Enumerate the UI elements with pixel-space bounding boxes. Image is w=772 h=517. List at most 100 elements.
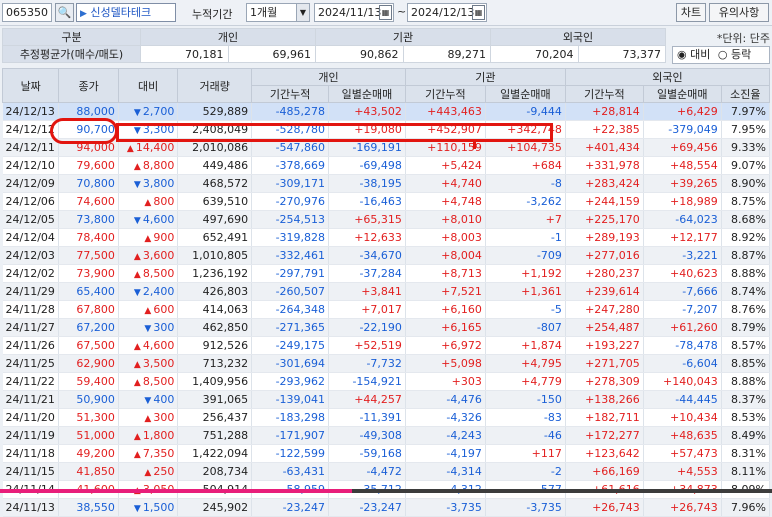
cell-foreign-daily: +57,473 — [643, 444, 722, 463]
period-select[interactable]: 1개월 ▼ — [246, 3, 310, 22]
progress-bar-remaining — [352, 489, 772, 493]
table-row[interactable]: 24/11/19 51,000 ▲ 1,800 751,288 -171,907 -49,3… — [2, 426, 771, 445]
col-close[interactable]: 종가 — [58, 68, 119, 103]
cell-foreign-daily: +26,743 — [643, 498, 722, 517]
cell-foreign-daily: +4,553 — [643, 462, 722, 481]
col-institution-daily[interactable]: 일별순매매 — [484, 85, 566, 103]
table-row[interactable]: 24/12/13 88,000 ▼ 2,700 529,889 -485,278 +43,5… — [2, 102, 771, 121]
cell-exhaustion-rate: 8.74% — [721, 282, 771, 301]
cell-institution-daily: -709 — [485, 246, 566, 265]
date-from-field[interactable]: 2024/11/13 ▦ — [314, 3, 394, 22]
cell-exhaustion-rate: 8.88% — [721, 372, 771, 391]
cell-exhaustion-rate: 8.75% — [721, 192, 771, 211]
cell-date: 24/12/10 — [2, 156, 60, 175]
table-row[interactable]: 24/11/15 41,850 ▲ 250 208,734 -63,431 -4,472 -4… — [2, 462, 771, 481]
radio-compare-label[interactable]: 대비 — [690, 48, 710, 61]
toolbar: 065350 🔍 ▶ 신성델타테크 누적기간 1개월 ▼ 2024/11/13 … — [0, 0, 772, 26]
table-row[interactable]: 24/12/09 70,800 ▼ 3,800 468,572 -309,171 -38,1… — [2, 174, 771, 193]
change-value: 2,400 — [142, 285, 175, 298]
cell-foreign-cumulative: +244,159 — [565, 192, 644, 211]
radio-change-label[interactable]: 등락 — [731, 48, 751, 61]
cell-institution-daily: -2 — [485, 462, 566, 481]
cell-institution-daily: +7 — [485, 210, 566, 229]
table-row[interactable]: 24/12/06 74,600 ▲ 800 639,510 -270,976 -16,463… — [2, 192, 771, 211]
table-row[interactable]: 24/11/18 49,200 ▲ 7,350 1,422,094 -122,599 -59… — [2, 444, 771, 463]
cell-institution-daily: +1,874 — [485, 336, 566, 355]
cell-volume: 426,803 — [177, 282, 253, 301]
col-group-foreign: 외국인 — [564, 68, 771, 86]
cell-date: 24/11/26 — [2, 336, 60, 355]
table-row[interactable]: 24/12/03 77,500 ▲ 3,600 1,010,805 -332,461 -34… — [2, 246, 771, 265]
col-change[interactable]: 대비 — [117, 68, 179, 103]
cell-foreign-cumulative: +289,193 — [565, 228, 644, 247]
table-row[interactable]: 24/11/25 62,900 ▲ 3,500 713,232 -301,694 -7,73… — [2, 354, 771, 373]
notice-button[interactable]: 유의사항 — [709, 3, 769, 22]
table-row[interactable]: 24/12/02 73,900 ▲ 8,500 1,236,192 -297,791 -37… — [2, 264, 771, 283]
change-value: 1,500 — [142, 501, 175, 514]
chart-button[interactable]: 차트 — [676, 3, 706, 22]
down-triangle-icon: ▼ — [144, 396, 152, 406]
table-row[interactable]: 24/11/22 59,400 ▲ 8,500 1,409,956 -293,962 -15… — [2, 372, 771, 391]
col-individual-daily[interactable]: 일별순매매 — [328, 85, 406, 103]
calendar-icon[interactable]: ▦ — [472, 5, 485, 20]
cell-change: ▲ 8,500 — [118, 264, 179, 283]
cell-change: ▲ 4,600 — [118, 336, 179, 355]
col-foreign-daily[interactable]: 일별순매매 — [642, 85, 722, 103]
stock-code-field[interactable]: 065350 — [2, 3, 52, 22]
cell-individual-daily: +7,017 — [328, 300, 406, 319]
cell-foreign-cumulative: +331,978 — [565, 156, 644, 175]
cell-change: ▼ 300 — [118, 318, 179, 337]
cell-individual-cumulative: -264,348 — [251, 300, 330, 319]
col-volume[interactable]: 거래량 — [177, 68, 253, 103]
dropdown-icon[interactable]: ▼ — [296, 4, 309, 21]
table-row[interactable]: 24/11/27 67,200 ▼ 300 462,850 -271,365 -22,190… — [2, 318, 771, 337]
date-to-field[interactable]: 2024/12/13 ▦ — [407, 3, 487, 22]
radio-unselected-icon[interactable]: ○ — [718, 48, 728, 61]
cell-individual-cumulative: -254,513 — [251, 210, 330, 229]
stock-name-field[interactable]: ▶ 신성델타테크 — [76, 3, 176, 22]
cell-individual-cumulative: -139,041 — [251, 390, 330, 409]
cell-volume: 1,236,192 — [177, 264, 253, 283]
col-institution-cumulative[interactable]: 기간누적 — [404, 85, 486, 103]
cell-exhaustion-rate: 8.31% — [721, 444, 771, 463]
table-row[interactable]: 24/11/28 67,800 ▲ 600 414,063 -264,348 +7,017 +… — [2, 300, 771, 319]
up-triangle-icon: ▲ — [133, 342, 141, 352]
cell-date: 24/11/22 — [2, 372, 60, 391]
stock-code: 065350 — [6, 6, 48, 19]
col-exhaustion-rate[interactable]: 소진율 — [720, 85, 771, 103]
cell-volume: 497,690 — [177, 210, 253, 229]
cell-institution-daily: -807 — [485, 318, 566, 337]
table-row[interactable]: 24/11/20 51,300 ▲ 300 256,437 -183,298 -11,391… — [2, 408, 771, 427]
table-row[interactable]: 24/11/29 65,400 ▼ 2,400 426,803 -260,507 +3,84… — [2, 282, 771, 301]
cell-change: ▼ 2,400 — [118, 282, 179, 301]
table-row[interactable]: 24/11/13 38,550 ▼ 1,500 245,902 -23,247 -23,24… — [2, 498, 771, 517]
stock-name: 신성델타테크 — [90, 6, 152, 19]
table-row[interactable]: 24/12/05 73,800 ▼ 4,600 497,690 -254,513 +65,3… — [2, 210, 771, 229]
radio-selected-icon[interactable]: ◉ — [677, 48, 687, 61]
change-value: 2,700 — [142, 105, 175, 118]
cell-individual-daily: +12,633 — [328, 228, 406, 247]
summary-header-individual: 개인 — [140, 28, 316, 46]
change-value: 8,500 — [142, 267, 175, 280]
cell-exhaustion-rate: 8.57% — [721, 336, 771, 355]
col-date[interactable]: 날짜 — [1, 68, 60, 103]
cell-individual-cumulative: -171,907 — [251, 426, 330, 445]
table-row[interactable]: 24/11/26 67,500 ▲ 4,600 912,526 -249,175 +52,5… — [2, 336, 771, 355]
change-value: 1,800 — [142, 429, 175, 442]
cell-institution-daily: +117 — [485, 444, 566, 463]
cell-institution-cumulative: +7,521 — [405, 282, 486, 301]
cell-institution-cumulative: +6,972 — [405, 336, 486, 355]
summary-header-foreign: 외국인 — [490, 28, 666, 46]
table-row[interactable]: 24/12/04 78,400 ▲ 900 652,491 -319,828 +12,633… — [2, 228, 771, 247]
calendar-icon[interactable]: ▦ — [379, 5, 392, 20]
table-row[interactable]: 24/11/21 50,900 ▼ 400 391,065 -139,041 +44,257… — [2, 390, 771, 409]
col-foreign-cumulative[interactable]: 기간누적 — [564, 85, 644, 103]
search-icon[interactable]: 🔍 — [55, 3, 74, 22]
table-row[interactable]: 24/12/10 79,600 ▲ 8,800 449,486 -378,669 -69,4… — [2, 156, 771, 175]
cell-individual-cumulative: -271,365 — [251, 318, 330, 337]
cell-individual-cumulative: -270,976 — [251, 192, 330, 211]
col-individual-cumulative[interactable]: 기간누적 — [251, 85, 330, 103]
cell-foreign-cumulative: +66,169 — [565, 462, 644, 481]
cell-foreign-daily: +6,429 — [643, 102, 722, 121]
cell-exhaustion-rate: 8.88% — [721, 264, 771, 283]
